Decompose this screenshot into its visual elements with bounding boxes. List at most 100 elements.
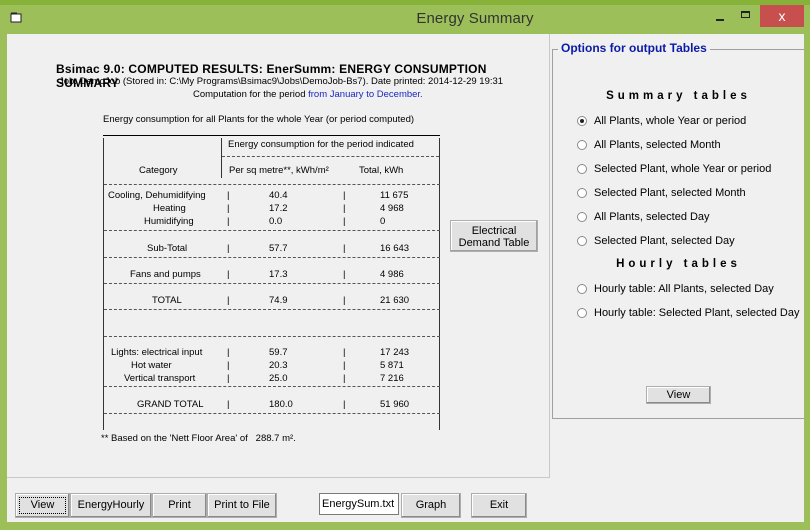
radio-label: Selected Plant, selected Month [594, 187, 746, 199]
column-separator: | [343, 243, 346, 254]
column-separator: | [227, 399, 230, 410]
column-separator: | [343, 373, 346, 384]
table-row: GRAND TOTAL | 180.0 | 51 960 [103, 399, 446, 412]
row-category: Lights: electrical input [111, 347, 203, 358]
column-separator: | [227, 347, 230, 358]
table-row: Sub-Total | 57.7 | 16 643 [103, 243, 446, 256]
row-category: Sub-Total [147, 243, 188, 254]
options-legend: Options for output Tables [558, 41, 710, 55]
table-rule [104, 386, 440, 387]
radio-label: Hourly table: Selected Plant, selected D… [594, 307, 800, 319]
summary-tables-heading: Summary tables [606, 90, 751, 102]
column-separator: | [227, 203, 230, 214]
radio-button-icon[interactable] [577, 284, 587, 294]
row-total: 5 871 [380, 360, 404, 371]
energy-hourly-button[interactable]: EnergyHourly [70, 493, 152, 518]
period-prefix: Computation for the period [193, 89, 309, 100]
radio-button-icon[interactable] [577, 236, 587, 246]
row-per-sqm: 59.7 [269, 347, 288, 358]
view-button[interactable]: View [15, 493, 70, 518]
radio-button-icon[interactable] [577, 308, 587, 318]
title-bar-accent [0, 0, 810, 5]
column-separator: | [227, 190, 230, 201]
table-row: Lights: electrical input | 59.7 | 17 243 [103, 347, 446, 360]
exit-button[interactable]: Exit [471, 493, 527, 518]
row-total: 0 [380, 216, 386, 227]
table-row: Vertical transport | 25.0 | 7 216 [103, 373, 446, 386]
table-row: Heating | 17.2 | 4 968 [103, 203, 446, 216]
table-row: Fans and pumps | 17.3 | 4 986 [103, 269, 446, 282]
minimize-icon [716, 19, 724, 21]
graph-button[interactable]: Graph [401, 493, 461, 518]
period-line: Computation for the period from January … [193, 89, 423, 100]
column-separator: | [343, 295, 346, 306]
row-per-sqm: 20.3 [269, 360, 288, 371]
column-separator: | [343, 399, 346, 410]
close-icon: x [778, 8, 786, 24]
bottom-toolbar: View EnergyHourly Print Print to File Gr… [7, 491, 804, 522]
job-info: Job: DemoJob (Stored in: C:\My Programs\… [59, 76, 504, 87]
column-separator: | [227, 360, 230, 371]
row-per-sqm: 17.3 [269, 269, 288, 280]
row-total: 11 675 [380, 190, 409, 201]
column-separator: | [343, 269, 346, 280]
table-row: Cooling, Dehumidifying | 40.4 | 11 675 [103, 190, 446, 203]
column-separator: | [227, 373, 230, 384]
row-total: 21 630 [380, 295, 410, 306]
column-separator: | [343, 360, 346, 371]
row-category: Fans and pumps [130, 269, 201, 280]
row-category: Hot water [131, 360, 172, 371]
window-title: Energy Summary [416, 10, 534, 27]
close-button[interactable]: x [760, 5, 804, 27]
focus-rect [19, 497, 66, 514]
table-rule [104, 283, 440, 284]
footnote-text: ** Based on the 'Nett Floor Area' of 288… [101, 433, 296, 444]
row-per-sqm: 0.0 [269, 216, 283, 227]
group-header-label: Energy consumption for the period indica… [228, 139, 414, 150]
table-row: Humidifying | 0.0 | 0 [103, 216, 446, 229]
column-header: Per sq metre**, kWh/m² [229, 165, 329, 176]
radio-button-icon[interactable] [577, 188, 587, 198]
electrical-demand-label-line2: Demand Table [458, 237, 530, 249]
electrical-demand-table-button[interactable]: Electrical Demand Table [450, 220, 538, 252]
table-row: Hot water | 20.3 | 5 871 [103, 360, 446, 373]
table-rule [104, 309, 440, 310]
row-category: TOTAL [152, 295, 182, 306]
column-header: Total, kWh [359, 165, 404, 176]
table-header-row: Category Per sq metre**, kWh/m² Total, kWh [103, 165, 446, 178]
table-rule [104, 336, 440, 337]
column-separator: | [227, 243, 230, 254]
radio-label: Hourly table: All Plants, selected Day [594, 283, 774, 295]
minimize-button[interactable] [707, 5, 733, 27]
electrical-demand-label-line1: Electrical [471, 225, 517, 237]
radio-button-icon[interactable] [577, 140, 587, 150]
output-options-group: Options for output Tables Summary tables… [552, 41, 804, 419]
row-category: Vertical transport [124, 373, 196, 384]
row-total: 17 243 [380, 347, 410, 358]
row-total: 4 986 [380, 269, 404, 280]
row-total: 7 216 [380, 373, 404, 384]
maximize-button[interactable] [733, 5, 759, 27]
row-category: Humidifying [144, 216, 194, 227]
radio-label: Selected Plant, whole Year or period [594, 163, 772, 175]
table-row: TOTAL | 74.9 | 21 630 [103, 295, 446, 308]
row-category: GRAND TOTAL [137, 399, 204, 410]
column-separator: | [343, 216, 346, 227]
row-per-sqm: 74.9 [269, 295, 288, 306]
print-button[interactable]: Print [152, 493, 207, 518]
options-view-button[interactable]: View [646, 386, 711, 404]
row-total: 16 643 [380, 243, 410, 254]
table-rule [222, 156, 439, 157]
print-to-file-button[interactable]: Print to File [207, 493, 277, 518]
row-category: Heating [153, 203, 186, 214]
radio-button-icon[interactable] [577, 164, 587, 174]
radio-label: Selected Plant, selected Day [594, 235, 735, 247]
radio-label: All Plants, selected Day [594, 211, 710, 223]
radio-button-icon[interactable] [577, 212, 587, 222]
row-total: 51 960 [380, 399, 410, 410]
radio-button-icon[interactable] [577, 116, 587, 126]
output-filename-input[interactable] [319, 493, 399, 515]
window-client-area: Bsimac 9.0: COMPUTED RESULTS: EnerSumm: … [7, 34, 804, 522]
table-rule [104, 184, 440, 185]
table-caption: Energy consumption for all Plants for th… [103, 114, 415, 125]
